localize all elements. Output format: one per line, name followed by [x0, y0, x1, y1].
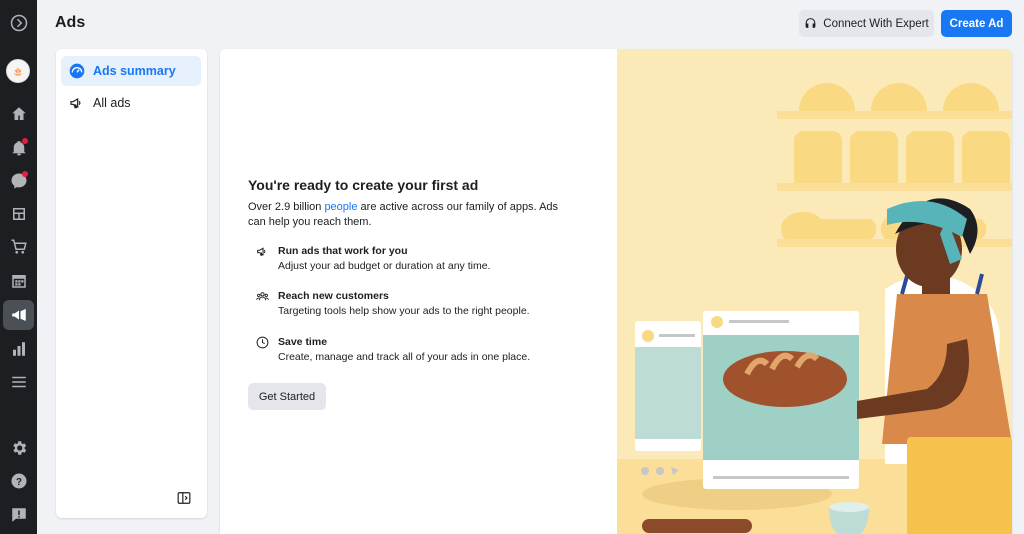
notification-badge: [22, 138, 28, 144]
calendar-icon[interactable]: [3, 266, 34, 296]
nav-item-all-ads[interactable]: All ads: [61, 88, 201, 118]
ads-nav-panel: Ads summary All ads: [56, 49, 207, 518]
help-icon[interactable]: ?: [3, 466, 34, 496]
notifications-icon[interactable]: [3, 133, 34, 163]
home-icon[interactable]: [3, 99, 34, 129]
megaphone-icon: [70, 97, 81, 109]
feature-title: Run ads that work for you: [278, 245, 408, 257]
empty-state-intro: Over 2.9 billion people are active acros…: [248, 200, 578, 230]
left-rail: 🎂 ?: [0, 0, 37, 534]
feature-description: Targeting tools help show your ads to th…: [278, 305, 530, 317]
people-icon: [256, 292, 269, 301]
nav-item-label: All ads: [93, 96, 131, 110]
intro-text-start: Over 2.9 billion: [248, 201, 325, 213]
feature-description: Adjust your ad budget or duration at any…: [278, 260, 491, 272]
people-link[interactable]: people: [324, 201, 357, 213]
meta-logo-icon[interactable]: [3, 8, 34, 38]
ads-icon[interactable]: [3, 300, 34, 330]
empty-state-heading: You're ready to create your first ad: [248, 177, 479, 193]
settings-icon[interactable]: [3, 433, 34, 463]
connect-expert-button[interactable]: Connect With Expert: [799, 10, 934, 37]
page-title: Ads: [55, 14, 86, 31]
svg-text:?: ?: [16, 477, 22, 488]
avatar[interactable]: 🎂: [6, 59, 30, 83]
feature-title: Save time: [278, 336, 328, 348]
feature-description: Create, manage and track all of your ads…: [278, 351, 531, 363]
feature-title: Reach new customers: [278, 290, 389, 302]
headset-icon: [805, 18, 816, 28]
pages-icon[interactable]: [3, 199, 34, 229]
main-card: You're ready to create your first ad Ove…: [220, 49, 1012, 534]
create-ad-button[interactable]: Create Ad: [941, 10, 1012, 37]
messages-icon[interactable]: [3, 166, 34, 196]
baker-illustration: [617, 49, 1012, 534]
get-started-button[interactable]: Get Started: [248, 383, 326, 410]
feedback-icon[interactable]: [3, 500, 34, 530]
empty-state: You're ready to create your first ad Ove…: [248, 177, 588, 230]
insights-icon[interactable]: [3, 334, 34, 364]
megaphone-icon: [257, 247, 266, 256]
menu-icon[interactable]: [3, 367, 34, 397]
dashboard-icon: [69, 63, 85, 79]
nav-item-ads-summary[interactable]: Ads summary: [61, 56, 201, 86]
shop-icon[interactable]: [3, 232, 34, 262]
collapse-panel-icon[interactable]: [177, 491, 191, 505]
clock-icon: [256, 336, 269, 349]
connect-expert-label: Connect With Expert: [823, 17, 929, 30]
message-badge: [22, 171, 28, 177]
nav-item-label: Ads summary: [93, 64, 176, 78]
